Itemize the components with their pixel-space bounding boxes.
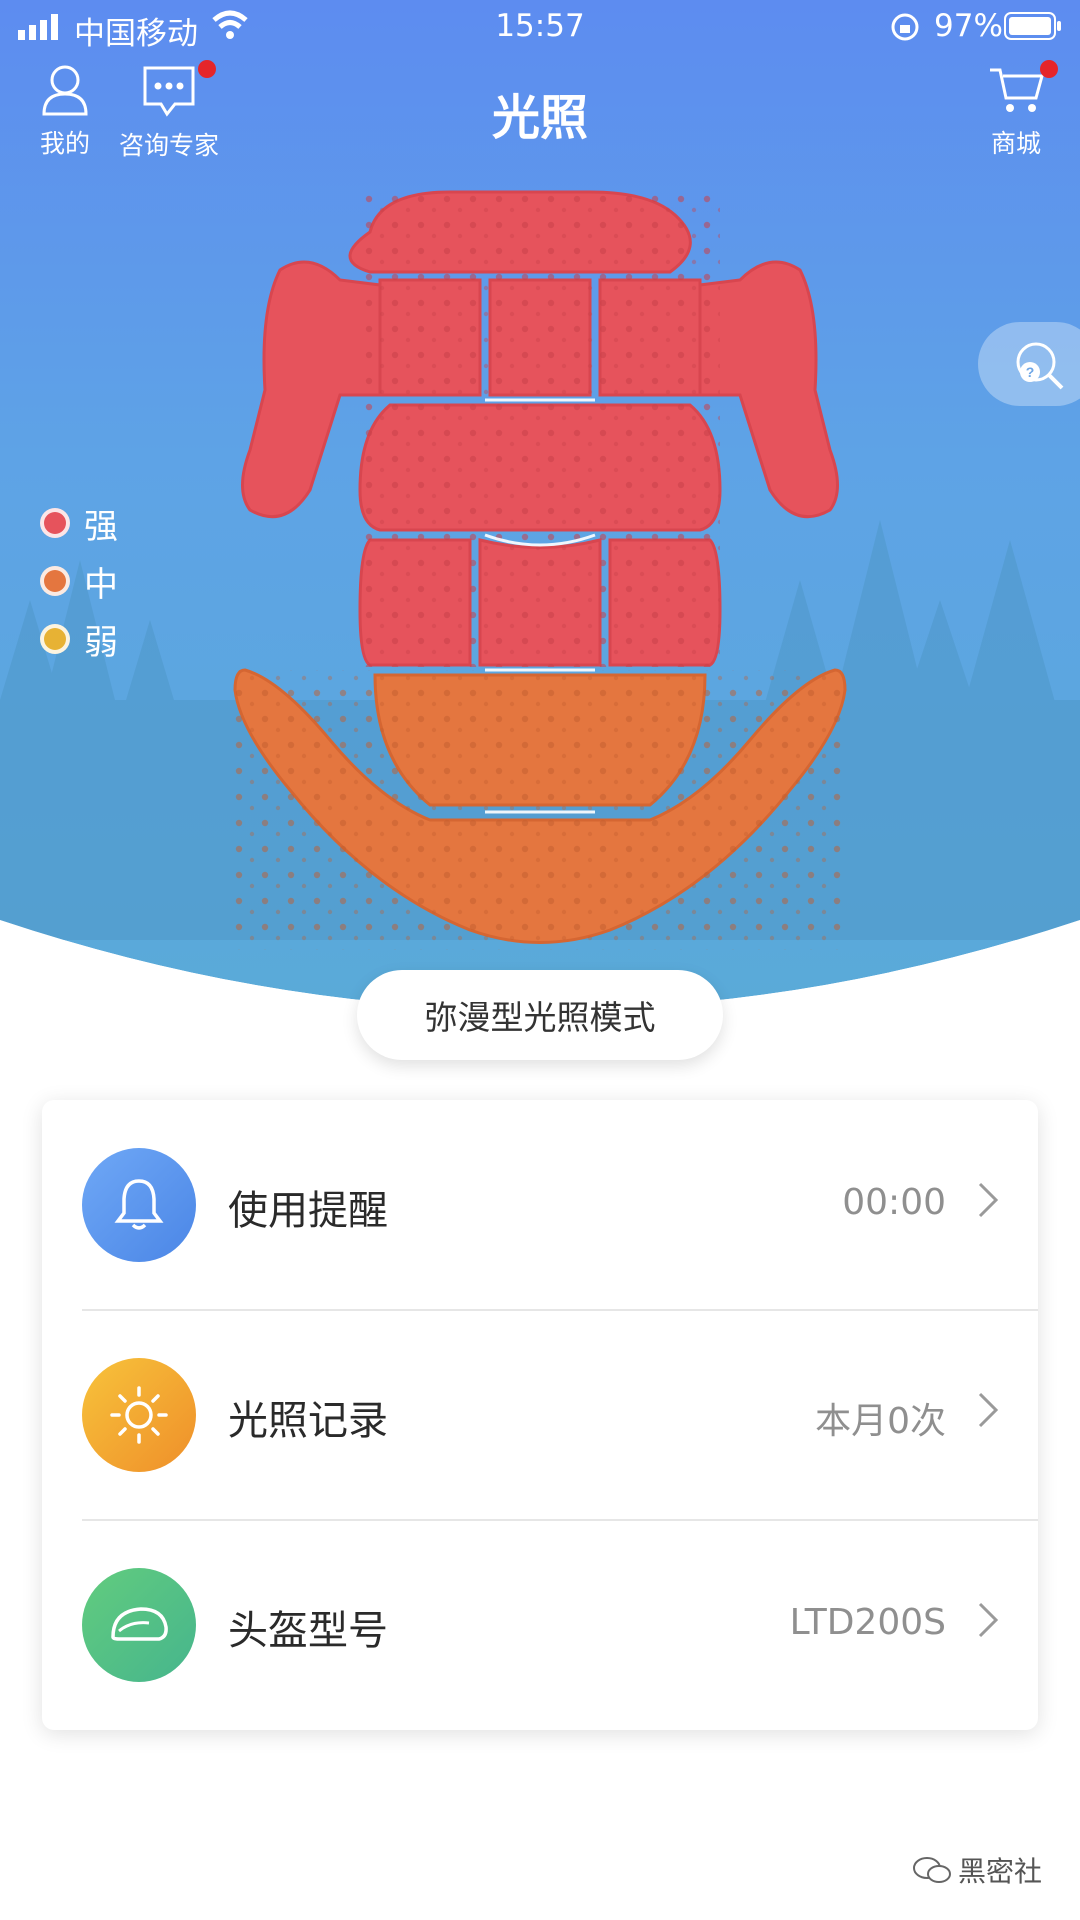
- svg-text:?: ?: [1026, 364, 1035, 380]
- medium-zone-dots: [235, 670, 845, 950]
- legend-label-strong: 强: [84, 506, 118, 547]
- chevron-right-icon: [978, 1602, 999, 1638]
- watermark: 黑密社: [912, 1850, 1042, 1890]
- intensity-legend: 强 中 弱: [40, 494, 118, 668]
- usage-reminder-title: 使用提醒: [228, 1188, 388, 1234]
- usage-reminder-value: 00:00: [842, 1182, 946, 1223]
- help-search-icon: ?: [1016, 342, 1064, 390]
- chevron-right-icon: [978, 1392, 999, 1428]
- light-record-value: 本月0次: [815, 1401, 946, 1442]
- record-icon-circle: [82, 1358, 196, 1472]
- settings-card: 使用提醒 00:00 光照记录 本月0次 头盔型号 LTD200S: [42, 1100, 1038, 1730]
- wechat-icon: [913, 1857, 951, 1883]
- cart-icon: [990, 68, 1044, 112]
- battery-percent: 97%: [934, 8, 1003, 44]
- light-mode-selector[interactable]: 弥漫型光照模式: [357, 970, 723, 1060]
- sun-icon: [110, 1386, 168, 1444]
- helmet-icon-circle: [82, 1568, 196, 1682]
- legend-item-weak: 弱: [40, 610, 118, 668]
- light-record-title: 光照记录: [228, 1398, 388, 1444]
- legend-dot-weak: [40, 624, 70, 654]
- help-search-button[interactable]: ?: [978, 322, 1080, 406]
- rotation-lock-icon: [891, 13, 919, 41]
- hero-panel: 中国移动 15:57 97% 我的 咨询专家 光照 商城 ? 强 中 弱: [0, 0, 1080, 1060]
- reminder-icon-circle: [82, 1148, 196, 1262]
- legend-item-medium: 中: [40, 552, 118, 610]
- helmet-model-value: LTD200S: [789, 1602, 946, 1643]
- shop-notification-dot: [1040, 60, 1058, 78]
- chevron-right-icon: [978, 1182, 999, 1218]
- legend-label-medium: 中: [84, 564, 118, 605]
- shop-button[interactable]: 商城: [986, 64, 1046, 160]
- strong-zone-dots: [360, 192, 720, 667]
- helmet-icon: [111, 1607, 168, 1641]
- legend-dot-strong: [40, 508, 70, 538]
- legend-item-strong: 强: [40, 494, 118, 552]
- list-item-light-record[interactable]: 光照记录 本月0次: [42, 1310, 1038, 1520]
- watermark-text: 黑密社: [958, 1855, 1043, 1888]
- page-title: 光照: [491, 90, 588, 146]
- status-bar: 中国移动 15:57 97%: [0, 0, 1080, 56]
- bell-icon: [114, 1179, 164, 1230]
- legend-label-weak: 弱: [84, 622, 118, 663]
- list-item-helmet-model[interactable]: 头盔型号 LTD200S: [42, 1520, 1038, 1730]
- consult-notification-dot: [198, 60, 216, 78]
- shop-label: 商城: [990, 129, 1041, 158]
- battery-icon: [1004, 12, 1061, 40]
- helmet-led-pad-map: [233, 190, 847, 950]
- list-item-usage-reminder[interactable]: 使用提醒 00:00: [42, 1100, 1038, 1310]
- helmet-model-title: 头盔型号: [228, 1608, 388, 1654]
- legend-dot-medium: [40, 566, 70, 596]
